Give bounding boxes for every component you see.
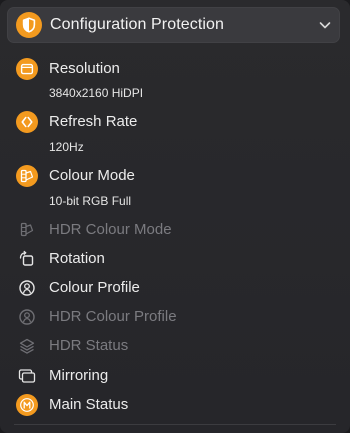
menu-item-label: HDR Status	[49, 337, 129, 354]
refresh-rate-value: 120Hz	[49, 140, 84, 154]
menu-item-label: Colour Mode	[49, 167, 135, 184]
refresh-rate-icon	[16, 111, 38, 133]
bottom-divider	[14, 424, 336, 425]
resolution-value: 3840x2160 HiDPI	[49, 86, 144, 100]
shield-icon	[16, 12, 42, 38]
menu-item-label: Mirroring	[49, 367, 109, 384]
colour-mode-icon	[20, 222, 34, 237]
menu-item-label: HDR Colour Mode	[49, 221, 172, 238]
display-frame-icon	[16, 58, 38, 80]
rotation-icon	[19, 250, 34, 266]
colour-profile-icon	[19, 309, 35, 325]
menu-item-label: Main Status	[49, 396, 129, 413]
configuration-protection-panel: Configuration Protection Resolution 3840…	[0, 0, 350, 433]
header-title: Configuration Protection	[50, 16, 225, 33]
colour-profile-icon	[19, 280, 35, 296]
layers-icon	[19, 338, 35, 354]
menu-item-label: Rotation	[49, 250, 105, 267]
main-status-icon	[16, 394, 38, 416]
colour-mode-icon	[16, 165, 38, 187]
mirroring-icon	[18, 369, 36, 383]
configuration-protection-header[interactable]: Configuration Protection	[7, 7, 340, 43]
colour-mode-value: 10-bit RGB Full	[49, 194, 132, 208]
chevron-down-icon[interactable]	[318, 18, 332, 32]
menu-item-label: HDR Colour Profile	[49, 308, 177, 325]
menu-item-label: Refresh Rate	[49, 113, 138, 130]
menu-item-label: Resolution	[49, 60, 120, 77]
menu-item-label: Colour Profile	[49, 279, 140, 296]
